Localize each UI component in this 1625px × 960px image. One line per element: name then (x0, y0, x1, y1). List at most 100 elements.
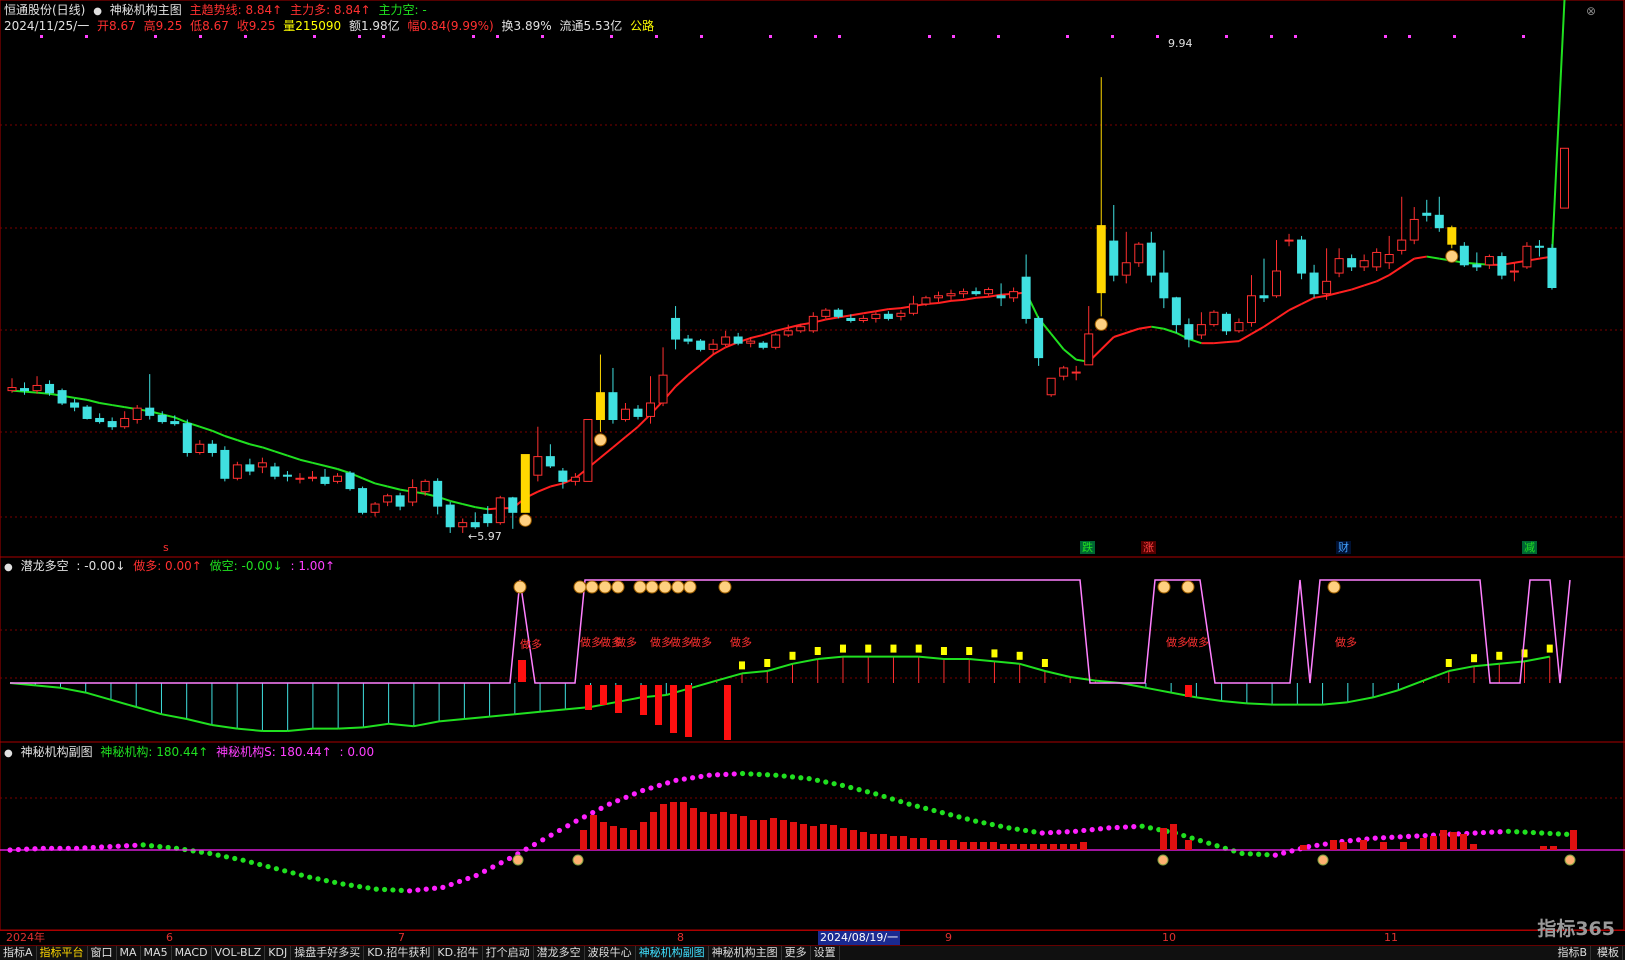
ma-line-segment (1550, 0, 1566, 257)
event-marker-fall[interactable]: 跌 (1080, 541, 1095, 554)
event-marker-finance[interactable]: 财 (1336, 541, 1351, 554)
money-bag-icon (645, 580, 659, 594)
indicator-name[interactable]: 神秘机构主图 (110, 3, 182, 17)
sub2-name[interactable]: 神秘机构副图 (21, 745, 93, 759)
settings-circle-icon[interactable]: ● (4, 748, 13, 759)
candle-body (896, 312, 906, 317)
candle-body (783, 330, 793, 336)
trend-value: 主趋势线: 8.84↑ (189, 3, 283, 17)
tab-item[interactable]: VOL-BLZ (212, 946, 266, 960)
signal-cluster-icon (1317, 854, 1329, 866)
sub2-dot (415, 887, 421, 893)
tab-item[interactable]: 窗口 (88, 946, 117, 960)
sub2-red-bar (760, 820, 767, 850)
ma-line-segment (1426, 255, 1440, 260)
sub2-dot (423, 886, 429, 892)
sub2-dot (1056, 829, 1062, 835)
osc-line-segment (539, 708, 566, 713)
ma-line-segment (1050, 333, 1065, 351)
tab-item[interactable]: 打个启动 (483, 946, 534, 960)
ma-line-segment (825, 316, 839, 321)
ma-line-segment (387, 485, 401, 491)
ma-line-segment (1138, 325, 1152, 330)
candle-body (858, 317, 868, 321)
settings-circle-icon[interactable]: ● (93, 6, 102, 17)
sub2-dot (540, 837, 546, 843)
ma-line-segment (1100, 336, 1115, 351)
tab-item[interactable]: 神秘机构副图 (636, 946, 709, 960)
ma-line-segment (362, 477, 376, 485)
osc-signal-block (764, 659, 771, 667)
sub2-dot (739, 770, 746, 777)
tab-item[interactable]: 神秘机构主图 (709, 946, 782, 960)
osc-line-segment (1019, 662, 1046, 672)
tab-item[interactable]: 模板 (1594, 946, 1623, 960)
concept-value[interactable]: 公路 (630, 19, 654, 33)
sub2-dot (265, 863, 271, 870)
signal-dot (769, 35, 772, 38)
sub2-dot (1289, 848, 1295, 854)
sub2-dot (1264, 852, 1270, 858)
tab-item[interactable]: 设置 (811, 946, 840, 960)
candle-body (1459, 245, 1469, 266)
close-circle-icon[interactable]: ⊗ (1586, 4, 1596, 18)
tab-item[interactable]: 更多 (782, 946, 811, 960)
osc-line-segment (1347, 696, 1374, 704)
sub2-red-bar (1380, 842, 1387, 850)
tab-item[interactable]: 指标平台 (37, 946, 88, 960)
tab-item[interactable]: MA (117, 946, 141, 960)
osc-signal-text: 做多 (730, 635, 752, 649)
tab-item[interactable]: 波段牛心 (585, 946, 636, 960)
sub2-dot (1106, 825, 1112, 831)
candle-body (383, 495, 393, 503)
sub1-name[interactable]: 潜龙多空 (21, 559, 69, 573)
tab-item[interactable]: MA5 (141, 946, 172, 960)
sub2-dot (1422, 832, 1428, 839)
candle-body (408, 487, 418, 503)
money-bag-icon (593, 433, 607, 447)
signal-dot (1384, 35, 1387, 38)
tab-item[interactable]: KD.招牛获利 (364, 946, 435, 960)
tab-item[interactable]: KDJ (265, 946, 292, 960)
sub2-dot (1272, 852, 1278, 858)
sub2-red-bar (930, 840, 937, 850)
tab-item[interactable]: 操盘手好多买 (291, 946, 365, 960)
osc-line-segment (287, 727, 313, 732)
x-cursor-date: 2024/08/19/一 (818, 931, 901, 945)
sub2-dot (1389, 834, 1395, 840)
event-marker-rise[interactable]: 涨 (1141, 541, 1156, 554)
sub2-dot (448, 881, 454, 888)
sub2-dot (665, 780, 671, 786)
sub2-dot (1239, 850, 1245, 857)
candle-body (1434, 214, 1444, 229)
sub2-dot (1247, 851, 1253, 857)
event-marker-reduce[interactable]: 减 (1522, 541, 1537, 554)
sub2-dot (814, 777, 821, 783)
event-marker-s[interactable]: s (161, 541, 171, 554)
tab-item[interactable]: 潜龙多空 (534, 946, 585, 960)
osc-line-segment (186, 718, 213, 726)
candle-body (282, 474, 292, 477)
stock-title[interactable]: 恒通股份(日线) (4, 3, 85, 17)
sub2-dot (598, 805, 604, 811)
settings-circle-icon[interactable]: ● (4, 562, 13, 573)
sub2-dot (232, 855, 238, 862)
sub2-red-bar (1420, 838, 1427, 850)
x-label: 6 (166, 931, 173, 944)
low-value: 低8.67 (190, 19, 229, 33)
signal-dot (1225, 35, 1228, 38)
tab-item[interactable]: 指标A (0, 946, 37, 960)
sub2-red-bar (860, 832, 867, 850)
candle-body (1171, 297, 1181, 326)
sub2-dot (132, 842, 138, 848)
sub2-red-bar (640, 822, 647, 850)
osc-line-segment (1448, 665, 1475, 672)
osc-signal-text: 做多 (1187, 635, 1209, 649)
tab-item[interactable]: 指标B (1554, 946, 1591, 960)
tab-item[interactable]: MACD (172, 946, 212, 960)
osc-signal-block (739, 661, 746, 670)
tab-item[interactable]: KD.招牛 (434, 946, 483, 960)
ma-line-segment (1151, 325, 1165, 330)
sub2-dot (798, 775, 804, 781)
osc-signal-text: 做多 (650, 635, 672, 649)
